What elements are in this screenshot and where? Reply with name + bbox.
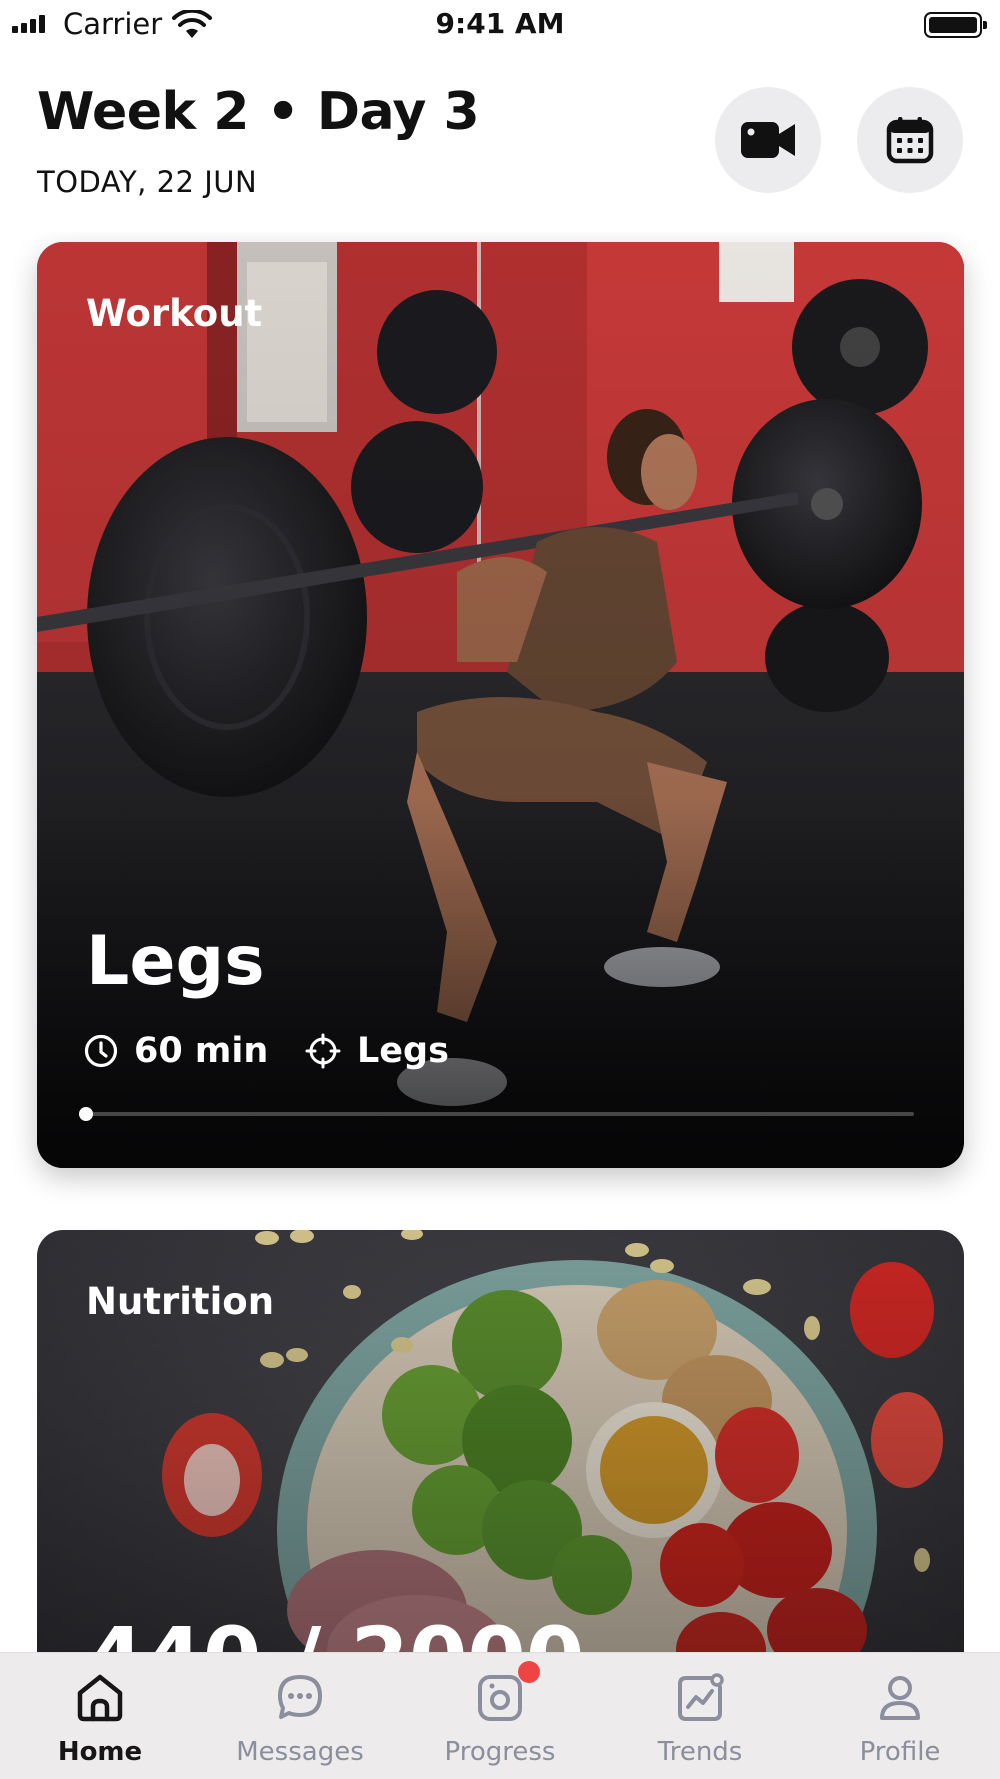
progress-notification-badge (518, 1661, 540, 1683)
calendar-button[interactable] (857, 87, 963, 193)
tab-progress[interactable]: Progress (400, 1653, 600, 1779)
tab-label-profile: Profile (859, 1737, 941, 1767)
nutrition-label: Nutrition (86, 1280, 275, 1323)
tab-bar: Home Messages Progress Trends Profile (0, 1652, 1000, 1779)
video-camera-icon (741, 122, 795, 158)
clock-icon (84, 1034, 118, 1068)
home-feed[interactable]: Workout Legs 60 min Legs Nutrition (0, 232, 1000, 1652)
tab-label-trends: Trends (657, 1737, 743, 1767)
workout-label: Workout (86, 292, 263, 335)
nutrition-card[interactable]: Nutrition 440 / 2000 (37, 1230, 964, 1652)
tab-label-home: Home (57, 1737, 143, 1767)
workout-card[interactable]: Workout Legs 60 min Legs (37, 242, 964, 1168)
home-icon (77, 1674, 123, 1722)
user-icon (880, 1676, 920, 1720)
nutrition-calories: 440 / 2000 (86, 1610, 584, 1652)
target-icon (305, 1033, 341, 1069)
chat-bubble-icon (278, 1675, 322, 1719)
workout-focus: Legs (305, 1029, 449, 1073)
tab-messages[interactable]: Messages (200, 1653, 400, 1779)
workout-progress-bar (79, 1107, 914, 1121)
workout-duration: 60 min (84, 1029, 268, 1073)
calendar-icon (886, 117, 934, 164)
chart-icon (678, 1673, 724, 1721)
status-time: 9:41 AM (435, 7, 565, 40)
tab-trends[interactable]: Trends (600, 1653, 800, 1779)
tab-label-progress: Progress (444, 1737, 556, 1767)
tab-home[interactable]: Home (0, 1653, 200, 1779)
page-title: Week 2 • Day 3 (37, 82, 480, 142)
workout-title: Legs (86, 922, 265, 1001)
workout-progress-thumb (79, 1107, 93, 1121)
page-date: TODAY, 22 JUN (37, 165, 258, 199)
workout-focus-value: Legs (357, 1031, 449, 1071)
video-call-button[interactable] (715, 87, 821, 193)
tab-label-messages: Messages (236, 1737, 364, 1767)
status-bar: Carrier 9:41 AM (0, 0, 1000, 50)
tab-profile[interactable]: Profile (800, 1653, 1000, 1779)
workout-duration-value: 60 min (134, 1031, 269, 1071)
battery-icon (924, 12, 987, 38)
